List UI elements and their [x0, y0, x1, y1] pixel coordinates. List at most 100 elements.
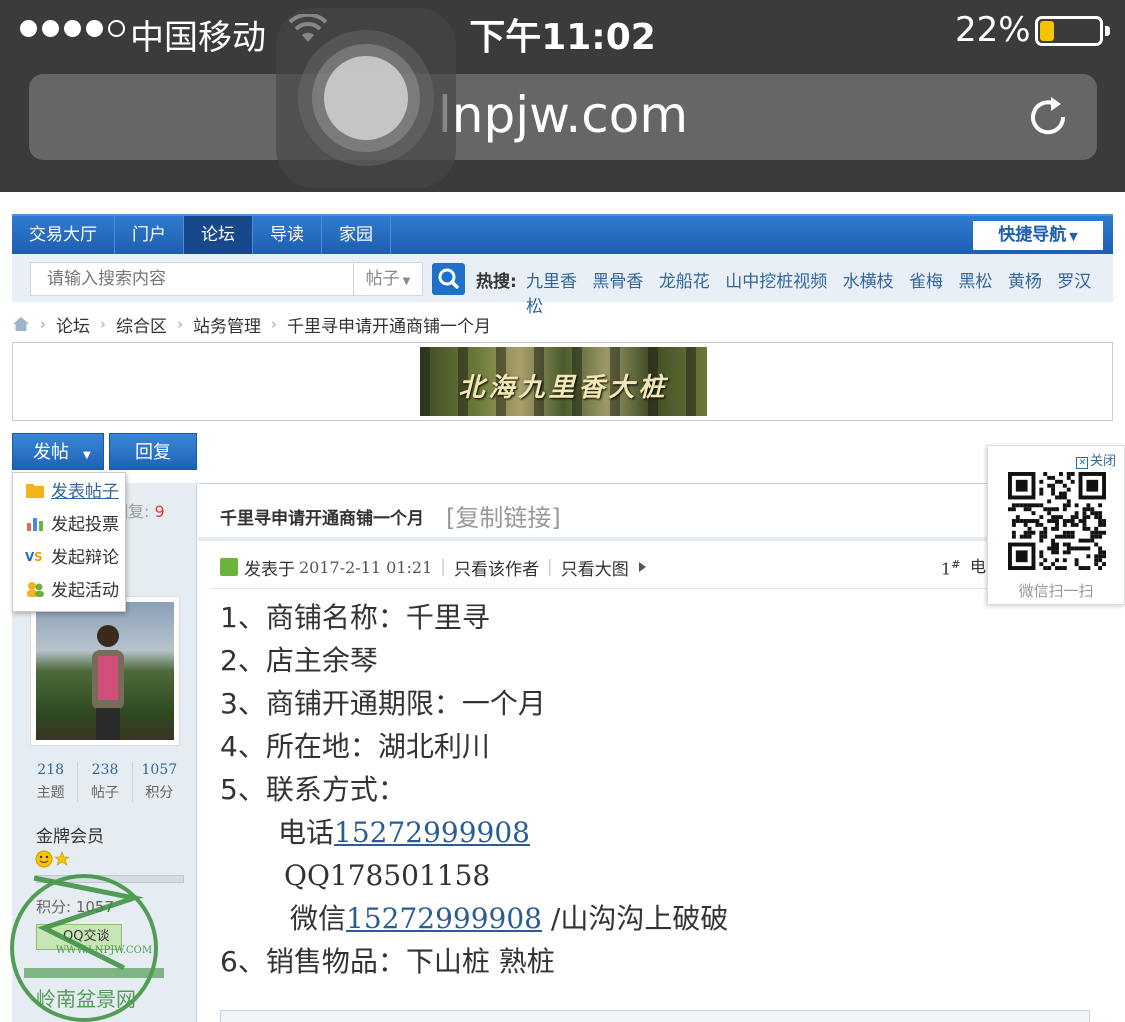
hot-term[interactable]: 黑骨香 [592, 272, 643, 292]
post-line-wechat: 微信15272999908 /山沟沟上破破 [290, 902, 729, 935]
nav-item-portal[interactable]: 门户 [115, 216, 184, 254]
hot-search-label: 热搜: [476, 272, 517, 292]
nav-item-trade-hall[interactable]: 交易大厅 [12, 216, 115, 254]
breadcrumb-separator: › [100, 315, 106, 333]
meta-separator: | [547, 557, 553, 577]
quick-nav-button[interactable]: 快捷导航 ▼ [973, 221, 1103, 250]
qr-code-image [1008, 472, 1106, 570]
search-button[interactable] [432, 263, 465, 295]
breadcrumb-general-area[interactable]: 综合区 [116, 312, 167, 337]
versus-icon: VS [25, 550, 43, 564]
hot-term[interactable]: 九里香 [526, 272, 577, 292]
nav-item-guide[interactable]: 导读 [253, 216, 322, 254]
caret-down-icon: ▼ [1069, 230, 1078, 243]
battery-icon [1035, 16, 1110, 46]
breadcrumb-separator: › [271, 315, 277, 333]
post-line-contact: 5、联系方式： [220, 773, 406, 806]
caret-down-icon: ▼ [402, 276, 411, 287]
menu-item-new-thread[interactable]: 发表帖子 [13, 473, 125, 506]
post-line-phone: 电话15272999908 [278, 816, 530, 849]
posted-prefix: 发表于 [244, 559, 295, 580]
author-stats: 218 主题 238 帖子 1057 积分 [24, 762, 186, 802]
online-status-icon [220, 558, 238, 576]
member-level[interactable]: 金牌会员 [36, 822, 104, 847]
close-icon: ✕ [1076, 457, 1088, 469]
wechat-qr-panel: ✕ 关闭 微信扫一扫 [987, 445, 1125, 605]
qr-caption: 微信扫一扫 [1018, 582, 1094, 600]
floor-number[interactable]: 1# [941, 558, 960, 578]
posted-date: 2017-2-11 01:21 [299, 557, 433, 577]
svg-text:S: S [34, 550, 43, 564]
hot-term[interactable]: 黄杨 [1008, 272, 1042, 292]
hot-search-links: 九里香 黑骨香 龙船花 山中挖桩视频 水横枝 雀梅 黑松 黄杨 罗汉松 [526, 267, 1113, 317]
bar-chart-icon [27, 517, 43, 531]
post-footer-box [220, 1010, 1090, 1022]
new-post-button[interactable]: 发帖 ▼ [12, 433, 104, 470]
reload-icon[interactable] [1025, 94, 1071, 140]
menu-item-new-poll[interactable]: 发起投票 [13, 506, 125, 539]
post-meta: 发表于 2017-2-11 01:21 | 只看该作者 | 只看大图 [220, 555, 1100, 580]
reply-button[interactable]: 回复 [109, 433, 197, 470]
url-text: lnpjw.com [437, 86, 689, 144]
breadcrumb-site-admin[interactable]: 站务管理 [193, 312, 261, 337]
meta-separator: | [440, 557, 446, 577]
search-icon [438, 268, 459, 289]
play-arrow-icon [638, 562, 646, 572]
assistive-touch-button[interactable] [276, 8, 456, 188]
nav-item-home[interactable]: 家园 [322, 216, 391, 254]
hot-term[interactable]: 龙船花 [659, 272, 710, 292]
caret-down-icon: ▼ [83, 450, 91, 461]
post-line-shop-name: 1、商铺名称：千里寻 [220, 601, 490, 634]
nav-item-forum[interactable]: 论坛 [184, 216, 253, 254]
breadcrumb-separator: › [40, 315, 46, 333]
post-line-location: 4、所在地：湖北利川 [220, 730, 490, 763]
home-icon[interactable] [12, 316, 30, 332]
folder-icon [26, 483, 44, 498]
post-divider [210, 588, 1090, 589]
breadcrumb: › 论坛 › 综合区 › 站务管理 › 千里寻申请开通商铺一个月 [12, 312, 491, 337]
breadcrumb-current-thread: 千里寻申请开通商铺一个月 [287, 316, 491, 337]
thread-title: 千里寻申请开通商铺一个月 [220, 509, 424, 529]
post-line-owner: 2、店主余琴 [220, 644, 378, 677]
stat-threads[interactable]: 218 主题 [24, 762, 79, 802]
site-watermark-logo: WWW.LNPJW.COM 岭南盆景网 [10, 874, 164, 1022]
wechat-phone-link[interactable]: 15272999908 [346, 902, 542, 935]
battery-percent: 22% [955, 10, 1031, 50]
post-body: 1、商铺名称：千里寻 2、店主余琴 3、商铺开通期限：一个月 4、所在地：湖北利… [220, 598, 980, 985]
qr-close-button[interactable]: ✕ 关闭 [1076, 450, 1116, 469]
ios-browser-chrome: 中国移动 下午11:02 22% lnpjw.com [0, 0, 1125, 192]
search-input[interactable]: 请输入搜索内容 [30, 262, 366, 296]
new-post-menu: 发表帖子 发起投票 VS 发起辩论 发起活动 [12, 472, 126, 612]
post-line-duration: 3、商铺开通期限：一个月 [220, 687, 546, 720]
floor-extra-text: 电 [970, 557, 987, 576]
breadcrumb-separator: › [177, 315, 183, 333]
only-big-image-link[interactable]: 只看大图 [561, 555, 629, 580]
phone-link[interactable]: 15272999908 [334, 816, 530, 849]
status-bar: 中国移动 下午11:02 22% [0, 0, 1125, 62]
post-line-products: 6、销售物品：下山桩 熟桩 [220, 945, 555, 978]
banner-text: 北海九里香大桩 [458, 373, 669, 403]
banner-ad-image[interactable]: 北海九里香大桩 [420, 347, 707, 416]
forum-top-nav: 交易大厅 门户 论坛 导读 家园 快捷导航 ▼ [12, 214, 1113, 254]
svg-text:WWW.LNPJW.COM: WWW.LNPJW.COM [56, 945, 152, 956]
post-line-qq: QQ178501158 [284, 859, 491, 892]
copy-link-button[interactable]: [复制链接] [446, 498, 561, 533]
address-bar[interactable]: lnpjw.com [29, 74, 1097, 160]
search-bar: 请输入搜索内容 帖子 ▼ 热搜: 九里香 黑骨香 龙船花 山中挖桩视频 水横枝 雀… [12, 254, 1113, 317]
stat-posts[interactable]: 238 帖子 [78, 762, 133, 802]
hot-term[interactable]: 山中挖桩视频 [725, 272, 827, 292]
menu-item-new-event[interactable]: 发起活动 [13, 572, 125, 605]
hot-term[interactable]: 雀梅 [909, 272, 943, 292]
people-icon [27, 581, 44, 597]
only-author-link[interactable]: 只看该作者 [454, 555, 539, 580]
hot-term[interactable]: 黑松 [958, 272, 992, 292]
menu-item-new-debate[interactable]: VS 发起辩论 [13, 539, 125, 572]
hot-term[interactable]: 水横枝 [843, 272, 894, 292]
thread-header: 千里寻申请开通商铺一个月 [复制链接] [198, 483, 1113, 541]
search-type-select[interactable]: 帖子 ▼ [353, 262, 423, 296]
svg-text:岭南盆景网: 岭南盆景网 [36, 987, 136, 1011]
avatar[interactable] [30, 596, 180, 746]
stat-points[interactable]: 1057 积分 [133, 762, 186, 802]
breadcrumb-forum[interactable]: 论坛 [56, 312, 90, 337]
person-figure [92, 625, 124, 740]
